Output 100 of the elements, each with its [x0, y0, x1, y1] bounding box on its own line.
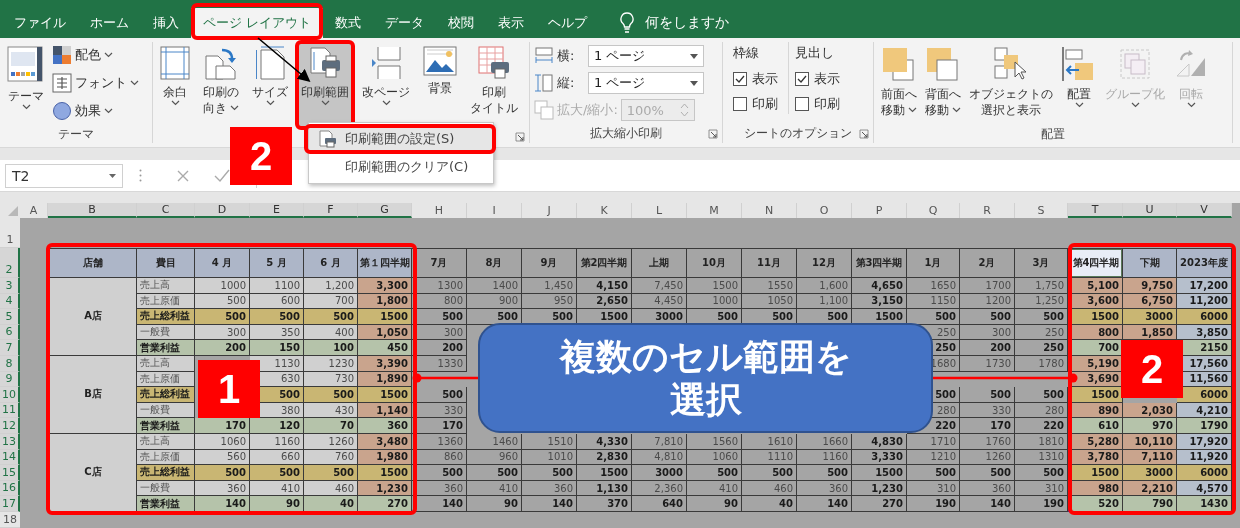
table-cell: 500 — [250, 309, 304, 325]
column-title-cell: 店舗 — [48, 248, 137, 278]
ribbon-button[interactable]: 改ページ — [359, 42, 413, 126]
table-cell: 500 — [687, 465, 742, 481]
page-size-icon — [255, 46, 285, 80]
column-header[interactable]: A — [20, 203, 48, 218]
column-header[interactable]: N — [742, 203, 797, 218]
row-header[interactable]: 2 — [0, 248, 20, 278]
row-label-cell: 売上総利益 — [137, 309, 195, 325]
table-cell: 1430 — [1177, 496, 1232, 512]
ribbon-button[interactable]: 余白 — [157, 42, 193, 126]
table-cell: 6000 — [1177, 309, 1232, 325]
column-header[interactable]: T — [1068, 203, 1123, 218]
ribbon-tab[interactable]: 校閲 — [436, 8, 486, 38]
dropdown-field[interactable]: 1 ページ — [588, 72, 704, 94]
column-header[interactable]: M — [687, 203, 742, 218]
table-cell: 500 — [960, 387, 1015, 403]
ribbon-button[interactable]: 印刷の 向き — [200, 42, 242, 126]
column-header[interactable]: R — [960, 203, 1015, 218]
table-cell: 40 — [742, 496, 797, 512]
row-header[interactable]: 12 — [0, 418, 20, 434]
column-header[interactable]: L — [632, 203, 687, 218]
menu-item[interactable]: 印刷範囲のクリア(C) — [309, 153, 493, 181]
table-cell: 1700 — [960, 278, 1015, 294]
option-checkbox[interactable]: 印刷 — [795, 94, 840, 114]
ribbon-button[interactable]: 前面へ 移動 — [878, 42, 920, 126]
page-rotate-icon — [204, 46, 238, 80]
row-header[interactable]: 3 — [0, 278, 20, 294]
column-title-cell: 2月 — [960, 248, 1015, 278]
ribbon-tab[interactable]: 数式 — [323, 8, 373, 38]
column-header[interactable]: K — [577, 203, 632, 218]
ribbon-button[interactable]: オブジェクトの 選択と表示 — [966, 42, 1056, 126]
tell-me-search[interactable]: 何をしますか — [619, 8, 729, 38]
table-cell: 3,300 — [358, 278, 412, 294]
ribbon-button[interactable]: サイズ — [249, 42, 291, 126]
column-title-cell: 5 月 — [250, 248, 304, 278]
row-header[interactable]: 15 — [0, 465, 20, 481]
store-cell: C店 — [48, 433, 137, 512]
ribbon-button[interactable]: 効果 — [50, 98, 141, 124]
column-header[interactable]: S — [1015, 203, 1068, 218]
ribbon-button[interactable]: 背景 — [420, 42, 460, 126]
row-header[interactable]: 10 — [0, 387, 20, 403]
column-header[interactable]: V — [1177, 203, 1232, 218]
column-header[interactable]: P — [852, 203, 907, 218]
table-cell: 1,200 — [304, 278, 358, 294]
column-header[interactable]: J — [522, 203, 577, 218]
row-header[interactable]: 1 — [0, 218, 20, 248]
table-cell: 500 — [960, 465, 1015, 481]
option-checkbox[interactable]: 表示 — [733, 69, 778, 89]
table-cell: 500 — [467, 465, 522, 481]
table-cell: 190 — [907, 496, 960, 512]
table-cell: 200 — [195, 340, 250, 356]
group-label: 配置 — [1041, 126, 1065, 143]
table-cell: 500 — [797, 465, 852, 481]
table-cell: 500 — [412, 309, 467, 325]
select-all-button[interactable] — [0, 203, 20, 218]
row-label-cell: 売上総利益 — [137, 465, 195, 481]
column-header[interactable]: H — [412, 203, 467, 218]
table-cell: 500 — [907, 465, 960, 481]
ribbon-tab[interactable]: ファイル — [2, 8, 78, 38]
dropdown-field[interactable]: 1 ページ — [588, 45, 704, 67]
table-cell: 4,830 — [852, 433, 907, 450]
ribbon-tab[interactable]: ヘルプ — [536, 8, 599, 38]
ribbon-button[interactable]: 配置 — [1058, 42, 1100, 126]
ribbon-tab[interactable]: 表示 — [486, 8, 536, 38]
chevron-down-icon — [1186, 102, 1196, 108]
name-box[interactable]: T2 — [5, 163, 123, 188]
ribbon-tab[interactable]: データ — [373, 8, 436, 38]
page-break-icon — [370, 46, 402, 80]
column-header[interactable]: E — [250, 203, 304, 218]
ribbon-button[interactable]: テーマ — [4, 42, 48, 126]
option-checkbox[interactable]: 印刷 — [733, 94, 778, 114]
table-cell: 1500 — [358, 387, 412, 403]
ribbon-button[interactable]: 背面へ 移動 — [922, 42, 964, 126]
row-header[interactable]: 5 — [0, 309, 20, 325]
ribbon-button[interactable]: フォント — [50, 70, 141, 96]
column-header[interactable]: F — [304, 203, 358, 218]
column-header[interactable]: U — [1123, 203, 1177, 218]
column-header[interactable]: C — [137, 203, 195, 218]
row-header[interactable]: 7 — [0, 340, 20, 356]
table-cell: 640 — [632, 496, 687, 512]
row-header[interactable]: 17 — [0, 496, 20, 512]
column-header[interactable]: Q — [907, 203, 960, 218]
callout-text: 複数のセル範囲を選択 — [558, 334, 853, 422]
column-header[interactable]: G — [358, 203, 412, 218]
chevron-down-icon — [104, 108, 113, 114]
ribbon-button[interactable]: 配色 — [50, 42, 141, 68]
ribbon-tab[interactable]: ホーム — [78, 8, 141, 38]
ribbon-button[interactable]: 印刷 タイトル — [467, 42, 521, 126]
column-header[interactable]: O — [797, 203, 852, 218]
table-cell: 17,200 — [1177, 278, 1232, 294]
caret-down-icon — [690, 80, 698, 86]
column-header[interactable]: I — [467, 203, 522, 218]
table-cell: 1650 — [907, 278, 960, 294]
column-header[interactable]: D — [195, 203, 250, 218]
ribbon-tab[interactable]: 挿入 — [141, 8, 191, 38]
circle-icon — [52, 101, 72, 121]
option-checkbox[interactable]: 表示 — [795, 69, 840, 89]
column-title-cell: 7月 — [412, 248, 467, 278]
column-header[interactable]: B — [48, 203, 137, 218]
